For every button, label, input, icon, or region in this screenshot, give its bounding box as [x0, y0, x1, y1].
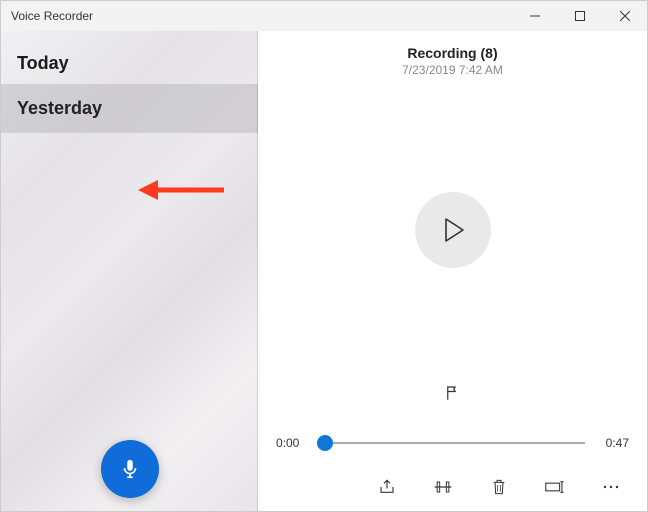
timeline-current: 0:00 [276, 436, 310, 450]
recordings-sidebar: Today Yesterday [1, 31, 258, 511]
delete-button[interactable] [489, 477, 509, 497]
more-button[interactable] [601, 477, 621, 497]
microphone-icon [119, 458, 141, 480]
recording-datetime: 7/23/2019 7:42 AM [276, 63, 629, 77]
add-marker-button[interactable] [443, 383, 463, 403]
playback-timeline[interactable]: 0:00 0:47 [276, 433, 629, 453]
record-button[interactable] [101, 440, 159, 498]
sidebar-item-yesterday[interactable]: Yesterday [1, 84, 258, 133]
minimize-button[interactable] [512, 1, 557, 31]
timeline-thumb[interactable] [317, 435, 333, 451]
sidebar-item-today[interactable]: Today [1, 31, 258, 84]
timeline-track[interactable] [320, 433, 585, 453]
trash-icon [491, 478, 507, 496]
window-title: Voice Recorder [1, 9, 93, 23]
timeline-duration: 0:47 [595, 436, 629, 450]
share-button[interactable] [377, 477, 397, 497]
trim-icon [433, 478, 453, 496]
main-panel: Recording (8) 7/23/2019 7:42 AM 0:00 [258, 31, 647, 511]
content: Today Yesterday Recording (8) 7/23/2019 … [1, 31, 647, 511]
rename-button[interactable] [545, 477, 565, 497]
close-button[interactable] [602, 1, 647, 31]
maximize-button[interactable] [557, 1, 602, 31]
marker-row [276, 383, 629, 403]
more-icon [602, 479, 620, 495]
annotation-arrow-icon [136, 177, 226, 203]
rename-icon [545, 479, 565, 495]
share-icon [378, 478, 396, 496]
recording-title: Recording (8) [276, 45, 629, 61]
flag-icon [444, 384, 462, 402]
play-button[interactable] [415, 192, 491, 268]
trim-button[interactable] [433, 477, 453, 497]
action-bar [276, 475, 629, 511]
play-area [276, 77, 629, 383]
titlebar: Voice Recorder [1, 1, 647, 31]
play-icon [441, 217, 465, 243]
